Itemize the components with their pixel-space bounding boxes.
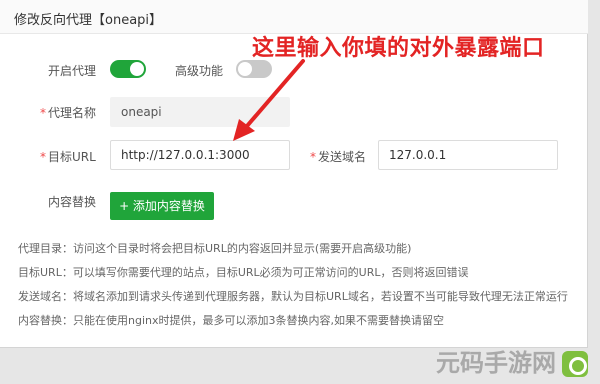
advanced-label: 高级功能 (175, 64, 224, 78)
dialog-title-bar: 修改反向代理【oneapi】 (0, 0, 588, 34)
content-replace-label: 内容替换 (48, 195, 97, 209)
send-domain-label-text: 发送域名 (318, 150, 367, 164)
proxy-name-label: * 代理名称 (40, 104, 96, 121)
required-mark: * (40, 106, 46, 120)
send-domain-label: * 发送域名 (310, 148, 366, 165)
help-target-url: 目标URL：可以填写你需要代理的站点，目标URL必须为可正常访问的URL，否则将… (18, 266, 469, 279)
toggle-knob (130, 62, 144, 76)
required-mark: * (310, 150, 316, 164)
enable-proxy-toggle[interactable] (110, 60, 146, 78)
annotation-arrow-icon (233, 59, 305, 141)
enable-proxy-label: 开启代理 (48, 64, 97, 78)
proxy-name-label-text: 代理名称 (48, 106, 97, 120)
watermark-logo-icon (562, 351, 588, 377)
send-domain-input[interactable]: 127.0.0.1 (378, 140, 558, 170)
help-proxy-dir: 代理目录：访问这个目录时将会把目标URL的内容返回并显示(需要开启高级功能) (18, 242, 412, 255)
dialog-title: 修改反向代理【oneapi】 (14, 13, 163, 28)
target-url-label-text: 目标URL (48, 150, 96, 164)
add-content-replace-button[interactable]: + 添加内容替换 (110, 192, 214, 220)
help-content-replace: 内容替换：只能在使用nginx时提供，最多可以添加3条替换内容,如果不需要替换请… (18, 314, 444, 327)
watermark: 元码手游网 (436, 343, 588, 378)
target-url-label: * 目标URL (40, 148, 96, 165)
required-mark: * (40, 150, 46, 164)
watermark-text: 元码手游网 (436, 349, 556, 377)
help-send-domain: 发送域名：将域名添加到请求头传递到代理服务器，默认为目标URL域名，若设置不当可… (18, 290, 568, 303)
